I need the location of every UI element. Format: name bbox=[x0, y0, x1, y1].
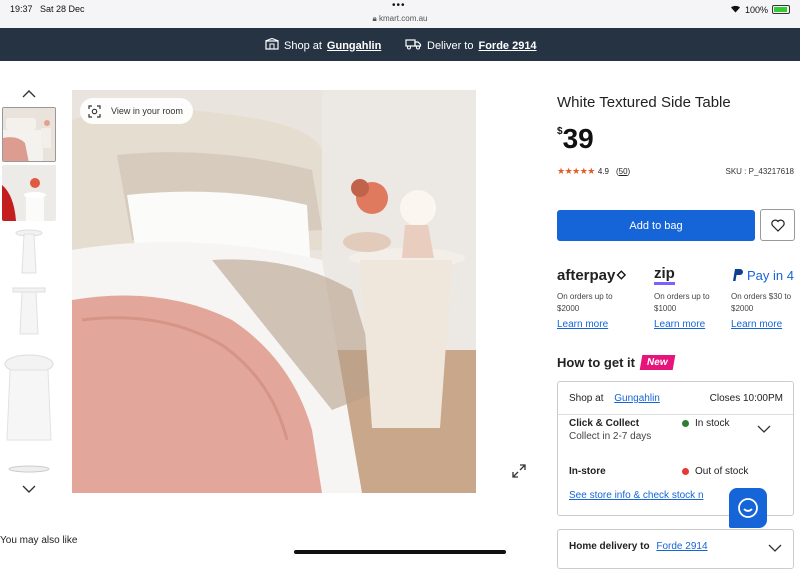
status-icons: 100% bbox=[730, 4, 790, 15]
payment-paypal: Pay in 4 On orders $30 to $2000 Learn mo… bbox=[731, 266, 799, 331]
afterpay-logo: afterpay bbox=[557, 266, 627, 284]
afterpay-arrow-icon bbox=[616, 270, 627, 280]
home-delivery-location[interactable]: Forde 2914 bbox=[656, 541, 707, 552]
side-table-image bbox=[2, 227, 56, 277]
store-closing-time: Closes 10:00PM bbox=[709, 393, 783, 404]
thumbnail-bedroom-image bbox=[3, 108, 55, 161]
thumbnail-4[interactable] bbox=[2, 284, 56, 339]
battery-icon bbox=[772, 5, 790, 14]
add-to-bag-button[interactable]: Add to bag bbox=[557, 210, 755, 241]
click-collect-title: Click & Collect bbox=[569, 418, 640, 429]
paypal-logo: Pay in 4 bbox=[731, 266, 799, 284]
thumbnail-1[interactable] bbox=[2, 107, 56, 162]
shop-at-label: Shop at bbox=[569, 393, 604, 404]
lock-icon: 🔒︎ bbox=[372, 14, 377, 23]
wishlist-button[interactable] bbox=[760, 209, 795, 241]
store-navbar: Shop at Gungahlin Deliver to Forde 2914 bbox=[0, 28, 800, 61]
you-may-also-like-heading: You may also like bbox=[0, 535, 78, 546]
click-collect-sub: Collect in 2-7 days bbox=[569, 431, 652, 442]
instore-title: In-store bbox=[569, 466, 606, 477]
afterpay-learn-more-link[interactable]: Learn more bbox=[557, 319, 627, 330]
thumbnail-6[interactable] bbox=[2, 460, 56, 478]
new-badge: New bbox=[639, 355, 675, 370]
chat-smile-icon bbox=[738, 498, 758, 518]
side-table-side-image bbox=[2, 284, 56, 339]
product-rating: ★★★★★ 4.9 (50) bbox=[557, 166, 631, 176]
home-indicator[interactable] bbox=[294, 550, 506, 554]
tab-options-icon[interactable]: ••• bbox=[392, 0, 406, 11]
truck-icon bbox=[405, 38, 422, 53]
product-title: White Textured Side Table bbox=[557, 94, 731, 111]
chevron-down-icon[interactable] bbox=[757, 425, 771, 433]
zip-logo: zip bbox=[654, 265, 716, 285]
chevron-down-icon[interactable] bbox=[22, 484, 36, 494]
paypal-icon bbox=[733, 269, 743, 281]
side-table-flat-image bbox=[2, 460, 56, 478]
price-value: 39 bbox=[562, 123, 594, 154]
deliver-to[interactable]: Deliver to Forde 2914 bbox=[405, 38, 537, 53]
wifi-icon bbox=[730, 4, 741, 15]
address-bar[interactable]: 🔒︎ kmart.com.au bbox=[0, 14, 800, 24]
system-status-bar: 19:37 Sat 28 Dec ••• 🔒︎ kmart.com.au 100… bbox=[0, 0, 800, 28]
deliver-to-label: Deliver to bbox=[427, 39, 474, 52]
main-product-image[interactable] bbox=[72, 90, 476, 493]
review-count-link[interactable]: 50 bbox=[619, 167, 628, 176]
rating-value: 4.9 bbox=[597, 167, 609, 176]
side-table-top-image bbox=[2, 350, 56, 445]
afterpay-terms: On orders up to $2000 bbox=[557, 292, 613, 313]
click-collect-option[interactable]: Click & Collect Collect in 2-7 days bbox=[569, 418, 651, 442]
add-to-bag-label: Add to bag bbox=[629, 219, 683, 232]
home-delivery-label: Home delivery to bbox=[569, 541, 650, 552]
ar-scan-icon bbox=[88, 104, 101, 118]
chevron-down-icon[interactable] bbox=[768, 544, 782, 552]
payment-afterpay: afterpay On orders up to $2000 Learn mor… bbox=[557, 266, 627, 330]
battery-percent: 100% bbox=[744, 4, 768, 15]
shop-at-row: Shop at Gungahlin bbox=[569, 393, 660, 404]
instore-status: Out of stock bbox=[682, 466, 748, 477]
store-icon bbox=[265, 37, 279, 53]
heart-icon bbox=[770, 219, 785, 232]
store-link[interactable]: Gungahlin bbox=[614, 393, 660, 404]
click-collect-status: In stock bbox=[682, 418, 729, 429]
store-info-link[interactable]: See store info & check stock n bbox=[569, 490, 704, 501]
thumbnail-2[interactable] bbox=[2, 165, 56, 221]
product-sku: SKU : P_43217618 bbox=[725, 167, 795, 176]
url-text: kmart.com.au bbox=[379, 14, 428, 23]
star-rating-icon: ★★★★★ bbox=[557, 166, 595, 176]
shop-at-label: Shop at bbox=[284, 39, 322, 52]
how-to-get-it-heading: How to get it New bbox=[557, 355, 675, 370]
zip-learn-more-link[interactable]: Learn more bbox=[654, 319, 716, 330]
product-price: $39 bbox=[557, 123, 594, 155]
view-in-room-button[interactable]: View in your room bbox=[80, 98, 193, 124]
thumbnail-lifestyle-image bbox=[2, 165, 56, 221]
expand-icon[interactable] bbox=[511, 463, 527, 479]
thumbnail-3[interactable] bbox=[2, 227, 56, 277]
currency-symbol: $ bbox=[557, 126, 563, 137]
bedroom-scene-image bbox=[72, 90, 476, 493]
shop-at-store[interactable]: Shop at Gungahlin bbox=[265, 37, 381, 53]
paypal-terms: On orders $30 to $2000 bbox=[731, 292, 792, 313]
date: Sat 28 Dec bbox=[40, 4, 85, 14]
payment-zip: zip On orders up to $1000 Learn more bbox=[654, 265, 716, 330]
home-delivery-option[interactable]: Home delivery to Forde 2914 bbox=[557, 529, 794, 569]
clock: 19:37 bbox=[10, 4, 33, 14]
thumbnail-5[interactable] bbox=[2, 350, 56, 445]
chat-button[interactable] bbox=[729, 488, 767, 528]
chevron-up-icon[interactable] bbox=[22, 89, 36, 99]
paypal-learn-more-link[interactable]: Learn more bbox=[731, 319, 799, 330]
deliver-location[interactable]: Forde 2914 bbox=[478, 40, 536, 52]
view-in-room-label: View in your room bbox=[111, 106, 183, 116]
zip-terms: On orders up to $1000 bbox=[654, 292, 710, 313]
shop-store-name[interactable]: Gungahlin bbox=[327, 40, 381, 52]
